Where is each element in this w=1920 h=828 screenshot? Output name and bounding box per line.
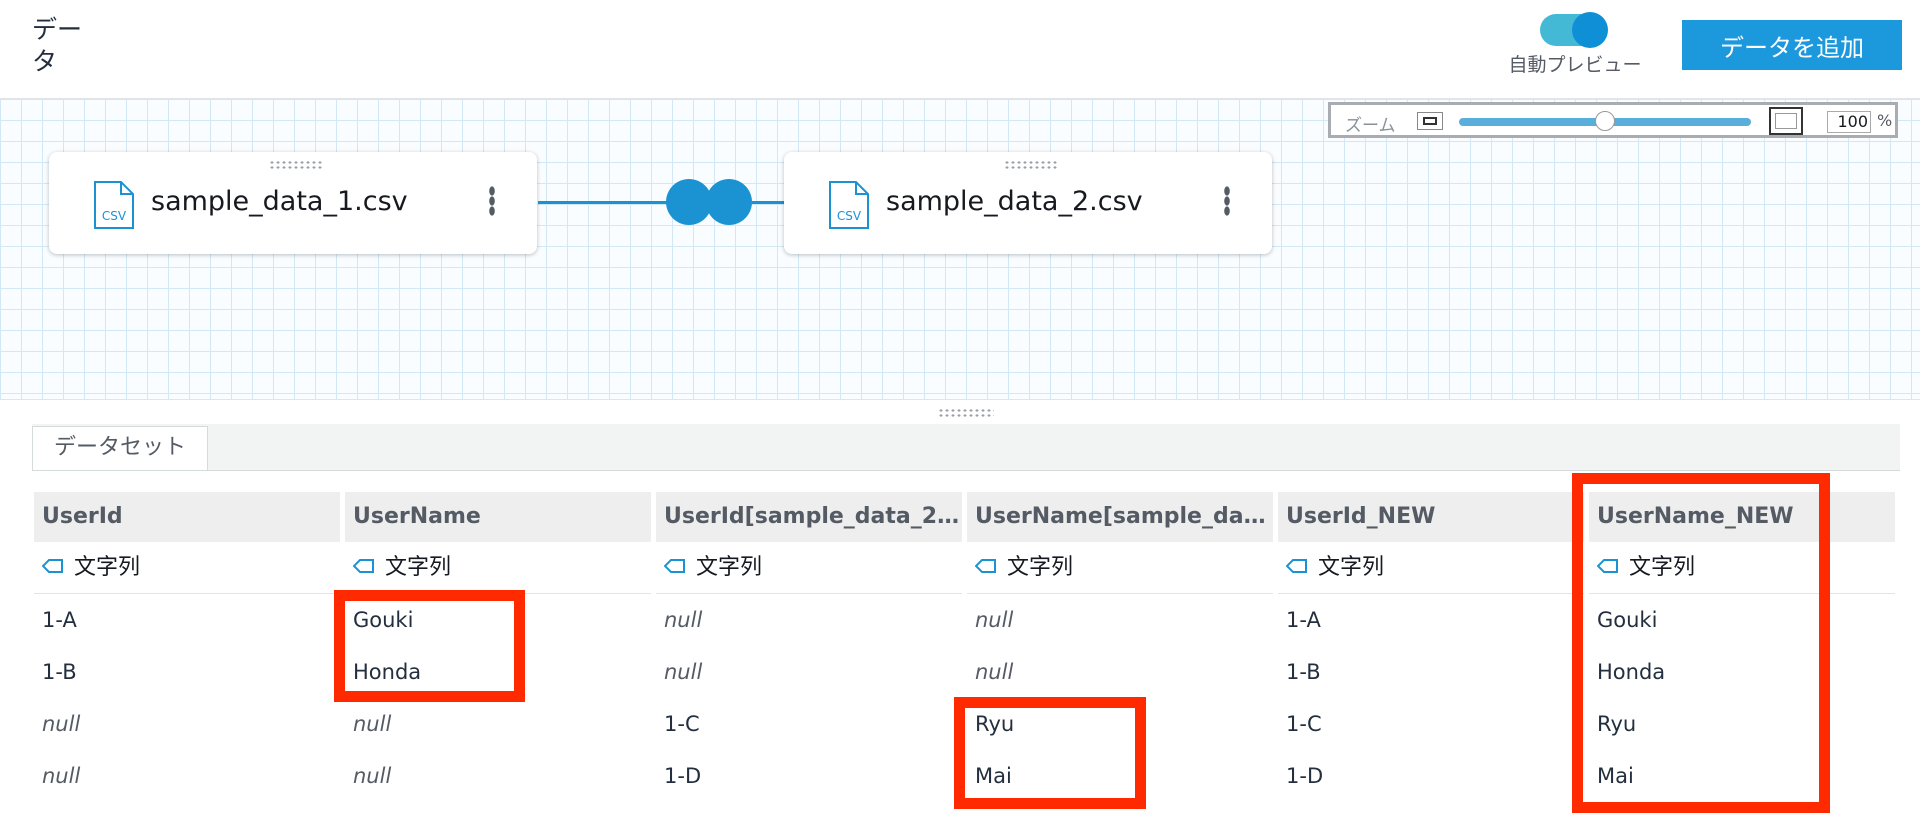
- column-type: 文字列: [656, 542, 962, 594]
- table-cell: 1-C: [664, 712, 700, 736]
- table-cell: Gouki: [353, 608, 414, 632]
- column-header[interactable]: UserName[sample_dat…: [967, 492, 1273, 542]
- csv-file-icon: CSV: [829, 181, 869, 229]
- column-type: 文字列: [1278, 542, 1584, 594]
- more-options-icon[interactable]: [1224, 186, 1230, 216]
- join-connector-left: [538, 201, 668, 204]
- join-connector-right: [752, 201, 786, 204]
- dataset-node-name: sample_data_1.csv: [151, 186, 408, 217]
- table-cell: 1-D: [1286, 764, 1324, 788]
- column-type: 文字列: [34, 542, 340, 594]
- table-column-userid-new: UserId_NEW 文字列 1-A 1-B 1-C 1-D: [1278, 492, 1584, 802]
- header: データ 自動プレビュー データを追加: [0, 0, 1920, 98]
- table-cell: 1-C: [1286, 712, 1322, 736]
- zoom-slider[interactable]: [1459, 111, 1751, 131]
- string-type-icon: [1286, 559, 1307, 573]
- column-header[interactable]: UserName_NEW: [1589, 492, 1895, 542]
- toggle-knob: [1572, 12, 1608, 48]
- column-type-label: 文字列: [1007, 555, 1074, 580]
- dataset-node-2[interactable]: CSV sample_data_2.csv: [784, 152, 1272, 254]
- column-type: 文字列: [345, 542, 651, 594]
- csv-icon-text: CSV: [837, 209, 862, 223]
- zoom-percent-unit: %: [1877, 111, 1893, 130]
- join-icon[interactable]: [666, 179, 752, 227]
- tab-dataset[interactable]: データセット: [32, 426, 208, 470]
- table-cell: null: [353, 764, 392, 788]
- table-cell: Mai: [1597, 764, 1634, 788]
- zoom-out-icon[interactable]: [1417, 112, 1443, 130]
- zoom-slider-thumb[interactable]: [1595, 111, 1615, 131]
- table-column-username-new: UserName_NEW 文字列 Gouki Honda Ryu Mai: [1589, 492, 1895, 802]
- string-type-icon: [664, 559, 685, 573]
- join-canvas[interactable]: ズーム 100 % CSV sample_data_1.csv CSV samp…: [0, 98, 1920, 400]
- dataset-tabbar: データセット: [32, 424, 1900, 471]
- auto-preview-toggle[interactable]: [1540, 12, 1608, 48]
- more-options-icon[interactable]: [489, 186, 495, 216]
- column-header[interactable]: UserId_NEW: [1278, 492, 1584, 542]
- csv-file-icon: CSV: [94, 181, 134, 229]
- column-type-label: 文字列: [696, 555, 763, 580]
- table-column-userid: UserId 文字列 1-A 1-B null null: [34, 492, 340, 802]
- string-type-icon: [975, 559, 996, 573]
- table-cell: 1-B: [42, 660, 77, 684]
- string-type-icon: [353, 559, 374, 573]
- column-header[interactable]: UserId[sample_data_2.…: [656, 492, 962, 542]
- table-cell: Honda: [1597, 660, 1666, 684]
- table-cell: Mai: [975, 764, 1012, 788]
- auto-preview-label: 自動プレビュー: [1508, 54, 1642, 76]
- column-type-label: 文字列: [74, 555, 141, 580]
- add-data-button[interactable]: データを追加: [1682, 20, 1902, 70]
- table-cell: Honda: [353, 660, 422, 684]
- table-column-userid-2: UserId[sample_data_2.… 文字列 null null 1-C…: [656, 492, 962, 802]
- dataset-node-1[interactable]: CSV sample_data_1.csv: [49, 152, 537, 254]
- panel-resize-handle-icon[interactable]: [938, 408, 994, 418]
- zoom-in-icon[interactable]: [1769, 107, 1803, 135]
- column-header[interactable]: UserId: [34, 492, 340, 542]
- table-cell: null: [975, 608, 1014, 632]
- table-column-username: UserName 文字列 Gouki Honda null null: [345, 492, 651, 802]
- table-cell: null: [664, 660, 703, 684]
- column-type-label: 文字列: [1629, 555, 1696, 580]
- dataset-node-name: sample_data_2.csv: [886, 186, 1143, 217]
- table-cell: null: [353, 712, 392, 736]
- page-title: データ: [32, 15, 83, 76]
- table-cell: Ryu: [1597, 712, 1637, 736]
- drag-handle-icon[interactable]: [269, 160, 323, 170]
- string-type-icon: [1597, 559, 1618, 573]
- string-type-icon: [42, 559, 63, 573]
- column-type-label: 文字列: [385, 555, 452, 580]
- table-cell: Gouki: [1597, 608, 1658, 632]
- table-cell: null: [975, 660, 1014, 684]
- column-type: 文字列: [1589, 542, 1895, 594]
- table-cell: null: [664, 608, 703, 632]
- column-type: 文字列: [967, 542, 1273, 594]
- table-cell: null: [42, 712, 81, 736]
- zoom-label: ズーム: [1345, 116, 1396, 136]
- column-header[interactable]: UserName: [345, 492, 651, 542]
- table-cell: Ryu: [975, 712, 1015, 736]
- csv-icon-text: CSV: [102, 209, 127, 223]
- table-cell: 1-B: [1286, 660, 1321, 684]
- table-cell: null: [42, 764, 81, 788]
- table-cell: 1-A: [1286, 608, 1321, 632]
- zoom-control: ズーム 100 %: [1328, 102, 1898, 138]
- column-type-label: 文字列: [1318, 555, 1385, 580]
- table-column-username-2: UserName[sample_dat… 文字列 null null Ryu M…: [967, 492, 1273, 802]
- table-cell: 1-D: [664, 764, 702, 788]
- zoom-value-input[interactable]: 100: [1827, 111, 1871, 133]
- table-cell: 1-A: [42, 608, 77, 632]
- drag-handle-icon[interactable]: [1004, 160, 1058, 170]
